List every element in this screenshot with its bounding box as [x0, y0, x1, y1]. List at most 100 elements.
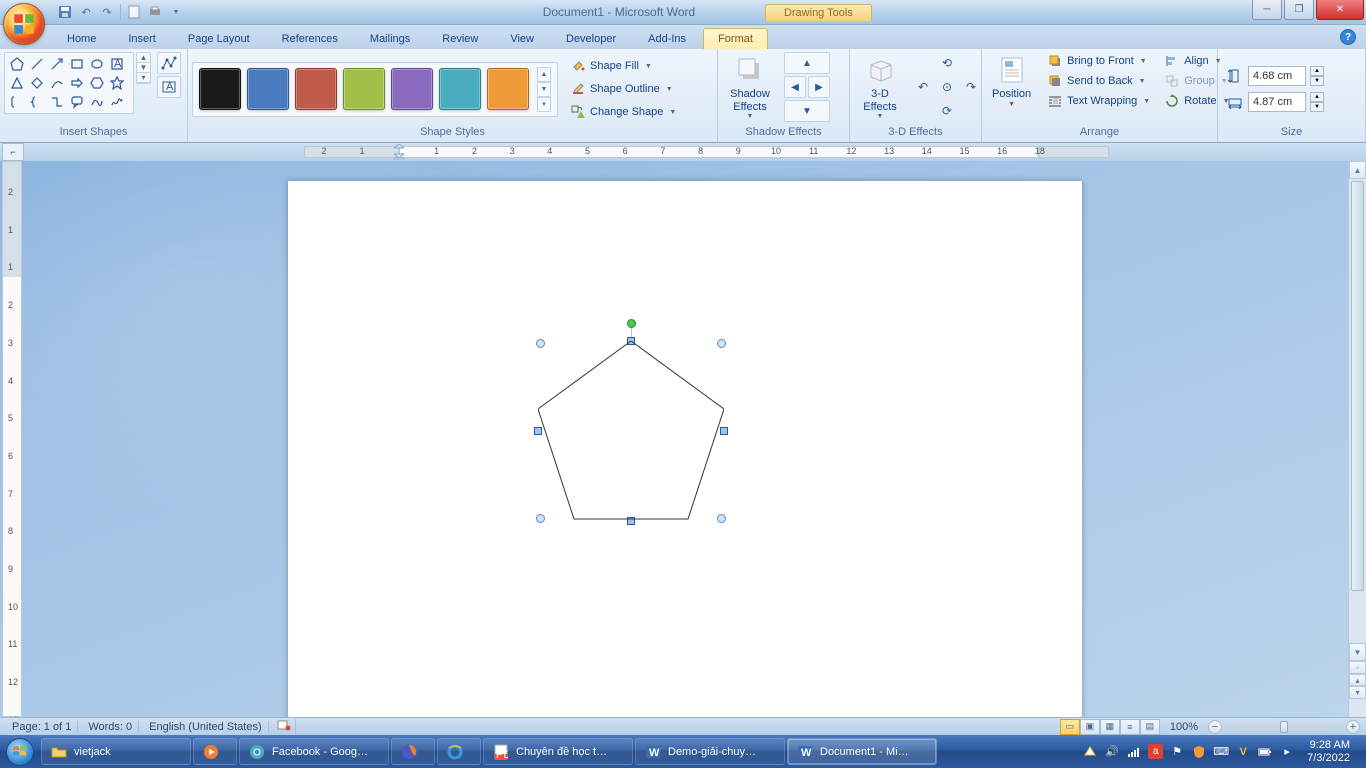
macro-record-icon[interactable]: [273, 719, 296, 734]
shape-triangle-icon[interactable]: [7, 74, 26, 92]
tray-drive-icon[interactable]: [1082, 744, 1098, 760]
bring-to-front-button[interactable]: Bring to Front▼: [1043, 52, 1154, 70]
style-swatch-2[interactable]: [295, 68, 337, 110]
change-shape-button[interactable]: Change Shape▼: [566, 102, 680, 122]
start-button[interactable]: [0, 735, 40, 768]
save-icon[interactable]: [56, 3, 74, 21]
page-nav[interactable]: ◦▴▾: [1349, 661, 1366, 699]
restore-button[interactable]: ❐: [1284, 0, 1314, 20]
undo-icon[interactable]: ↶: [77, 3, 95, 21]
task-word-document1[interactable]: WDocument1 - Mi…: [787, 738, 937, 765]
shape-textbox-icon[interactable]: A: [107, 55, 126, 73]
task-chrome[interactable]: Facebook - Goog…: [239, 738, 389, 765]
pentagon-shape[interactable]: [538, 341, 724, 521]
tab-review[interactable]: Review: [427, 28, 493, 49]
edit-points-icon[interactable]: [157, 52, 181, 74]
shape-callout-icon[interactable]: [67, 93, 86, 111]
task-word-demo[interactable]: WDemo-giải-chuy…: [635, 738, 785, 765]
height-input[interactable]: 4.68 cm: [1248, 66, 1306, 86]
tray-volume-icon[interactable]: 🔊: [1104, 744, 1120, 760]
shape-gallery[interactable]: A: [4, 52, 134, 114]
print-icon[interactable]: [146, 3, 164, 21]
tray-battery-icon[interactable]: [1257, 744, 1273, 760]
style-swatch-0[interactable]: [199, 68, 241, 110]
height-spinner[interactable]: ▲▼: [1310, 66, 1324, 86]
status-language[interactable]: English (United States): [143, 721, 269, 733]
tab-format[interactable]: Format: [703, 28, 768, 49]
tab-mailings[interactable]: Mailings: [355, 28, 425, 49]
outline-view-icon[interactable]: ≡: [1120, 719, 1140, 735]
tab-references[interactable]: References: [267, 28, 353, 49]
prev-page-icon[interactable]: ◦: [1349, 661, 1366, 674]
zoom-slider-thumb[interactable]: [1280, 721, 1288, 733]
shadow-nudge-grid[interactable]: ▲ ◀▶ ▼: [784, 52, 830, 122]
task-media[interactable]: [193, 738, 237, 765]
3d-tilt-grid[interactable]: ⟲ ↶⊙↷ ⟳: [912, 52, 982, 122]
document-page[interactable]: [288, 181, 1082, 717]
tray-shield-icon[interactable]: [1191, 744, 1207, 760]
shape-rect-icon[interactable]: [67, 55, 86, 73]
tray-network-icon[interactable]: [1126, 744, 1142, 760]
shape-line-icon[interactable]: [27, 55, 46, 73]
tab-page-layout[interactable]: Page Layout: [173, 28, 265, 49]
tab-insert[interactable]: Insert: [113, 28, 171, 49]
ruler-corner[interactable]: ⌐: [2, 143, 24, 161]
shape-fill-button[interactable]: Shape Fill▼: [566, 56, 680, 76]
zoom-out-button[interactable]: −: [1208, 720, 1222, 734]
scroll-up-icon[interactable]: ▲: [1349, 161, 1366, 179]
tray-flag-icon[interactable]: ▸: [1279, 744, 1295, 760]
shape-arrow-icon[interactable]: [47, 55, 66, 73]
tray-action-icon[interactable]: ⚑: [1169, 744, 1185, 760]
redo-icon[interactable]: ↷: [98, 3, 116, 21]
task-ie[interactable]: [437, 738, 481, 765]
style-gallery-nav[interactable]: ▲▼▾: [537, 67, 551, 112]
shape-pentagon-icon[interactable]: [7, 55, 26, 73]
width-spinner[interactable]: ▲▼: [1310, 92, 1324, 112]
zoom-percent[interactable]: 100%: [1164, 721, 1204, 733]
scroll-down-icon[interactable]: ▼: [1349, 643, 1366, 661]
taskbar-clock[interactable]: 9:28 AM 7/3/2022: [1301, 739, 1356, 764]
tab-developer[interactable]: Developer: [551, 28, 631, 49]
shape-bracket-icon[interactable]: [7, 93, 26, 111]
style-swatch-6[interactable]: [487, 68, 529, 110]
task-pdf[interactable]: PDFChuyên đề học t…: [483, 738, 633, 765]
close-button[interactable]: ✕: [1316, 0, 1364, 20]
shape-brace-icon[interactable]: [27, 93, 46, 111]
tray-v-icon[interactable]: V: [1235, 744, 1251, 760]
tray-keyboard-icon[interactable]: ⌨: [1213, 744, 1229, 760]
text-box-icon[interactable]: A: [157, 76, 181, 98]
shape-outline-button[interactable]: Shape Outline▼: [566, 79, 680, 99]
shape-connector-icon[interactable]: [47, 93, 66, 111]
new-icon[interactable]: [125, 3, 143, 21]
task-vietjack[interactable]: vietjack: [41, 738, 191, 765]
style-swatch-5[interactable]: [439, 68, 481, 110]
full-screen-view-icon[interactable]: ▣: [1080, 719, 1100, 735]
shape-diamond-icon[interactable]: [27, 74, 46, 92]
style-gallery[interactable]: ▲▼▾: [192, 62, 558, 117]
help-icon[interactable]: ?: [1340, 29, 1356, 45]
vertical-scrollbar[interactable]: ▲ ◦▴▾ ▼: [1348, 161, 1366, 717]
vertical-ruler[interactable]: 2112345678910111213: [2, 161, 22, 717]
selected-shape[interactable]: [538, 341, 724, 521]
tab-home[interactable]: Home: [52, 28, 111, 49]
tab-addins[interactable]: Add-Ins: [633, 28, 701, 49]
shape-rarrow-icon[interactable]: [67, 74, 86, 92]
zoom-slider[interactable]: [1234, 725, 1334, 729]
send-to-back-button[interactable]: Send to Back▼: [1043, 72, 1154, 90]
shape-freeform-icon[interactable]: [87, 93, 106, 111]
web-layout-view-icon[interactable]: ▦: [1100, 719, 1120, 735]
draft-view-icon[interactable]: ▤: [1140, 719, 1160, 735]
rotation-handle[interactable]: [627, 319, 636, 328]
position-button[interactable]: Position▼: [986, 52, 1037, 111]
qat-dropdown-icon[interactable]: ▼: [167, 3, 185, 21]
text-wrapping-button[interactable]: Text Wrapping▼: [1043, 92, 1154, 110]
shape-star-icon[interactable]: [107, 74, 126, 92]
tray-av-icon[interactable]: a: [1148, 744, 1163, 759]
shape-curve-icon[interactable]: [47, 74, 66, 92]
print-layout-view-icon[interactable]: ▭: [1060, 719, 1080, 735]
shadow-effects-button[interactable]: Shadow Effects▼: [722, 52, 778, 123]
style-swatch-1[interactable]: [247, 68, 289, 110]
width-input[interactable]: 4.87 cm: [1248, 92, 1306, 112]
indent-marker[interactable]: [394, 144, 404, 160]
scroll-thumb[interactable]: [1351, 181, 1364, 591]
